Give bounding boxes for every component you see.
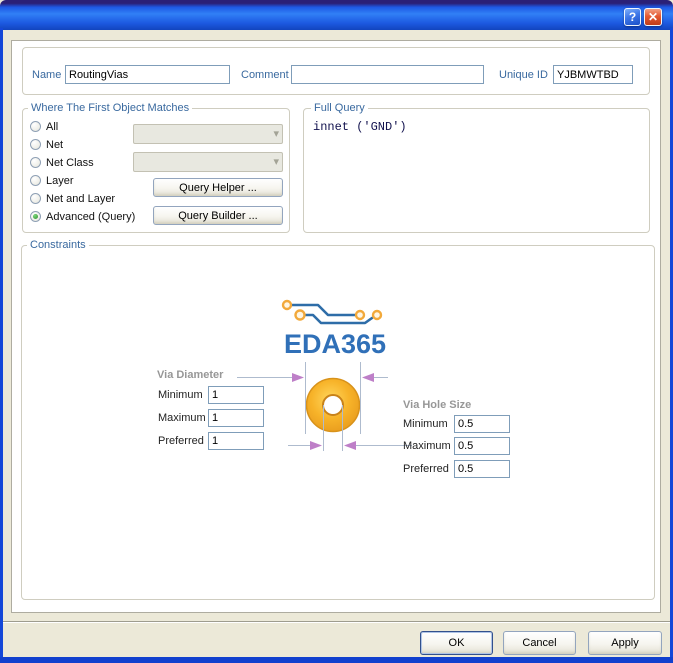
via-diameter-minimum-input[interactable] (208, 386, 264, 404)
help-icon[interactable]: ? (624, 8, 641, 26)
radio-icon[interactable] (30, 175, 41, 186)
rule-edit-dialog: ? ✕ Name Comment Unique ID Where The Fir… (0, 0, 673, 663)
via-hole-maximum-input[interactable] (454, 437, 510, 455)
via-diameter-preferred-label: Preferred (158, 435, 204, 447)
via-diameter-preferred-input[interactable] (208, 432, 264, 450)
cancel-button[interactable]: Cancel (503, 631, 576, 655)
where-group-title: Where The First Object Matches (28, 102, 193, 114)
query-builder-button[interactable]: Query Builder ... (153, 206, 283, 225)
help-glyph: ? (628, 10, 637, 24)
title-bar[interactable]: ? ✕ (0, 0, 673, 30)
radio-option-label: Net and Layer (46, 193, 116, 205)
via-diameter-heading: Via Diameter (157, 369, 224, 381)
radio-icon[interactable] (30, 139, 41, 150)
radio-icon[interactable] (30, 157, 41, 168)
via-diameter-maximum-label: Maximum (158, 412, 206, 424)
radio-option-label: Net (46, 139, 64, 151)
radio-icon[interactable] (30, 193, 41, 204)
name-input[interactable] (65, 65, 230, 84)
window-border-left (0, 28, 3, 657)
comment-label: Comment (241, 69, 289, 81)
close-icon[interactable]: ✕ (644, 8, 662, 26)
net-class-dropdown[interactable]: ▾ (133, 152, 283, 172)
via-diameter-maximum-input[interactable] (208, 409, 264, 427)
unique-id-input[interactable] (553, 65, 633, 84)
full-query-title: Full Query (311, 102, 368, 114)
radio-icon[interactable] (30, 211, 41, 222)
constraints-title: Constraints (27, 239, 89, 251)
radio-option-label: All (46, 121, 59, 133)
via-hole-size-heading: Via Hole Size (403, 399, 472, 411)
eda365-logo-text: EDA365 (283, 329, 387, 359)
comment-input[interactable] (291, 65, 484, 84)
unique-id-label: Unique ID (499, 69, 548, 81)
radio-icon[interactable] (30, 121, 41, 132)
via-hole-maximum-label: Maximum (403, 440, 451, 452)
radio-option-label: Layer (46, 175, 74, 187)
apply-button[interactable]: Apply (588, 631, 662, 655)
via-hole-minimum-input[interactable] (454, 415, 510, 433)
radio-option-label: Advanced (Query) (46, 211, 136, 223)
full-query-text[interactable]: innet ('GND') (313, 120, 643, 220)
window-border-bottom (0, 657, 673, 663)
net-dropdown[interactable]: ▾ (133, 124, 283, 144)
via-hole-minimum-label: Minimum (403, 418, 448, 430)
via-hole-preferred-label: Preferred (403, 463, 449, 475)
name-label: Name (32, 69, 62, 81)
footer-divider (3, 621, 670, 623)
via-diameter-minimum-label: Minimum (158, 389, 203, 401)
close-glyph: ✕ (647, 10, 659, 24)
radio-option-label: Net Class (46, 157, 94, 169)
chevron-down-icon: ▾ (273, 128, 279, 140)
chevron-down-icon: ▾ (273, 156, 279, 168)
via-hole-preferred-input[interactable] (454, 460, 510, 478)
query-helper-button[interactable]: Query Helper ... (153, 178, 283, 197)
ok-button[interactable]: OK (420, 631, 493, 655)
